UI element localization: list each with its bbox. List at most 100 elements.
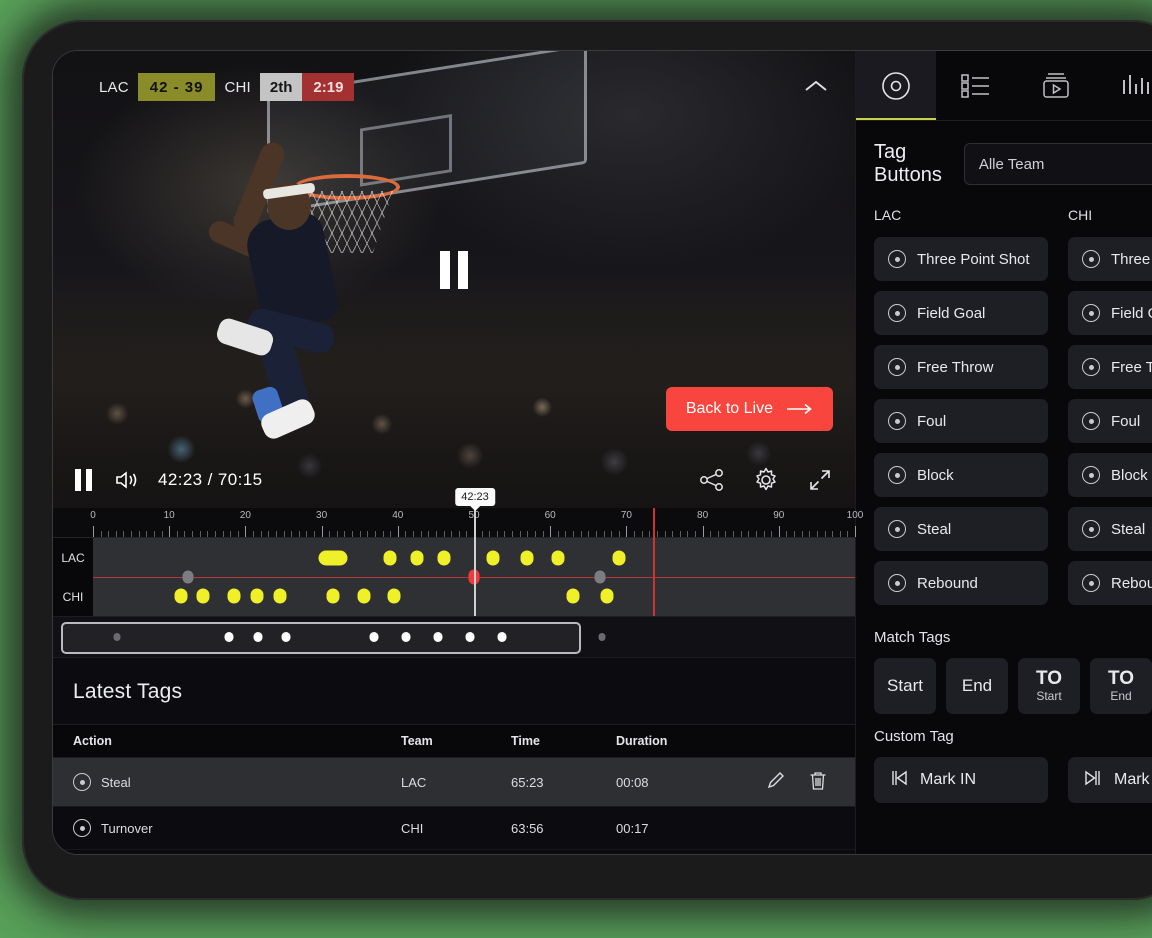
- timeline-tag-marker[interactable]: [600, 588, 614, 604]
- tag-button[interactable]: Steal: [874, 507, 1048, 551]
- tag-button[interactable]: Rebound: [1068, 561, 1152, 605]
- timeline-tag-marker[interactable]: [273, 588, 287, 604]
- track-body[interactable]: 42:23: [93, 488, 855, 616]
- tag-button[interactable]: Rebound: [874, 561, 1048, 605]
- ruler-minor-tick: [367, 531, 369, 537]
- match-tag-button[interactable]: TO End: [1090, 658, 1152, 714]
- timeline-playhead[interactable]: 42:23: [455, 488, 495, 616]
- ruler-minor-tick: [611, 531, 613, 537]
- minimap-tag-marker: [113, 633, 121, 641]
- timeline-tag-marker[interactable]: [520, 550, 534, 566]
- ruler-minor-tick: [458, 531, 460, 537]
- ruler-minor-tick: [740, 531, 742, 537]
- ruler-minor-tick: [298, 531, 300, 537]
- timeline-tag-marker[interactable]: [227, 588, 241, 604]
- timeline-tag-marker[interactable]: [318, 550, 348, 566]
- share-icon[interactable]: [699, 468, 725, 492]
- ruler-minor-tick: [230, 531, 232, 537]
- timeline-tag-marker[interactable]: [383, 550, 397, 566]
- custom-tag-button[interactable]: Mark OUT: [1068, 757, 1152, 803]
- tag-button[interactable]: Free Throw: [1068, 345, 1152, 389]
- video-player[interactable]: LAC 42 - 39 CHI 2th 2:19 Back to Live 42…: [53, 51, 855, 508]
- timeline-tag-marker[interactable]: [357, 588, 370, 604]
- timeline-tag-marker[interactable]: [250, 588, 264, 604]
- pause-overlay-icon[interactable]: [440, 251, 468, 290]
- back-to-live-button[interactable]: Back to Live: [665, 387, 833, 431]
- ruler-label: 20: [239, 510, 251, 521]
- match-tag-button[interactable]: Start: [874, 658, 936, 714]
- ruler-label: 70: [620, 510, 632, 521]
- tab-clips[interactable]: [1016, 51, 1096, 120]
- table-row[interactable]: Steal LAC 65:23 00:08: [53, 757, 855, 807]
- ruler-minor-tick: [710, 531, 712, 537]
- cell-action: Turnover: [53, 806, 393, 850]
- timeline-tag-marker[interactable]: [594, 570, 606, 584]
- timeline-minimap[interactable]: [53, 616, 855, 658]
- ruler-minor-tick: [260, 531, 262, 537]
- tag-button[interactable]: Field Goal: [874, 291, 1048, 335]
- timeline-tracks[interactable]: LAC CHI 42:23: [53, 488, 855, 616]
- pencil-icon[interactable]: [766, 770, 786, 794]
- minimap-tag-marker: [497, 632, 507, 642]
- timeline-tag-marker[interactable]: [196, 588, 210, 604]
- ruler-minor-tick: [588, 531, 590, 537]
- tab-stats[interactable]: [1096, 51, 1152, 120]
- ruler-minor-tick: [839, 531, 841, 537]
- tag-button[interactable]: Steal: [1068, 507, 1152, 551]
- ruler-minor-tick: [313, 531, 315, 537]
- match-tag-button[interactable]: End: [946, 658, 1008, 714]
- app-screen: LAC 42 - 39 CHI 2th 2:19 Back to Live 42…: [52, 50, 1152, 855]
- timeline-tag-marker[interactable]: [612, 550, 626, 566]
- custom-tag-button[interactable]: Mark IN: [874, 757, 1048, 803]
- tag-button[interactable]: Foul: [1068, 399, 1152, 443]
- ruler-minor-tick: [131, 531, 133, 537]
- tag-button-label: Rebound: [917, 574, 978, 592]
- tag-button[interactable]: Field Goal: [1068, 291, 1152, 335]
- timeline-tag-marker[interactable]: [174, 588, 188, 604]
- timeline-tag-marker[interactable]: [551, 550, 565, 566]
- cell-duration: 00:17: [608, 806, 728, 850]
- panel-tabs: [856, 51, 1152, 121]
- tag-button[interactable]: Block: [1068, 453, 1152, 497]
- mark-out-icon: [1084, 769, 1102, 792]
- tag-button[interactable]: Block: [874, 453, 1048, 497]
- timeline-ruler[interactable]: 0102030405060708090100: [53, 508, 863, 538]
- pause-button[interactable]: [75, 469, 92, 491]
- table-row[interactable]: Field GoalCHI59:0000:12: [53, 849, 855, 854]
- tab-tagging[interactable]: [856, 51, 936, 120]
- timeline-tag-marker[interactable]: [410, 550, 424, 566]
- column-header-actions: [728, 724, 855, 758]
- expand-icon[interactable]: [807, 467, 833, 493]
- timeline-tag-marker[interactable]: [566, 588, 580, 604]
- gear-icon[interactable]: [753, 467, 779, 493]
- tag-type-icon: [888, 574, 906, 592]
- cell-team: LAC: [393, 757, 503, 807]
- match-tag-button[interactable]: TO Start: [1018, 658, 1080, 714]
- timeline-tag-marker[interactable]: [387, 588, 401, 604]
- tag-button-label: Field Goal: [917, 304, 986, 322]
- tag-button[interactable]: Foul: [874, 399, 1048, 443]
- timeline[interactable]: 0102030405060708090100 LACCHI 42:23: [53, 488, 863, 658]
- timeline-tag-marker[interactable]: [182, 570, 194, 584]
- tag-button[interactable]: Free Throw: [874, 345, 1048, 389]
- tag-type-icon: [1082, 250, 1100, 268]
- tab-list[interactable]: [936, 51, 1016, 120]
- chevron-up-icon[interactable]: [799, 71, 833, 101]
- match-tag-label: TO: [1035, 667, 1063, 689]
- tag-button[interactable]: Three Point Shot: [874, 237, 1048, 281]
- ruler-minor-tick: [138, 531, 140, 537]
- ruler-minor-tick: [283, 531, 285, 537]
- volume-icon[interactable]: [114, 469, 140, 491]
- timeline-tag-marker[interactable]: [486, 550, 500, 566]
- ruler-minor-tick: [725, 531, 727, 537]
- table-row[interactable]: Turnover CHI 63:56 00:17: [53, 806, 855, 850]
- ruler-minor-tick: [146, 531, 148, 537]
- cell-row-actions: [728, 849, 855, 854]
- trash-icon[interactable]: [808, 770, 828, 794]
- timeline-tag-marker[interactable]: [437, 550, 451, 566]
- ruler-minor-tick: [672, 531, 674, 537]
- tag-button[interactable]: Three Point Shot: [1068, 237, 1152, 281]
- timeline-tag-marker[interactable]: [326, 588, 340, 604]
- team-filter-select[interactable]: [963, 143, 1152, 185]
- ruler-minor-tick: [374, 531, 376, 537]
